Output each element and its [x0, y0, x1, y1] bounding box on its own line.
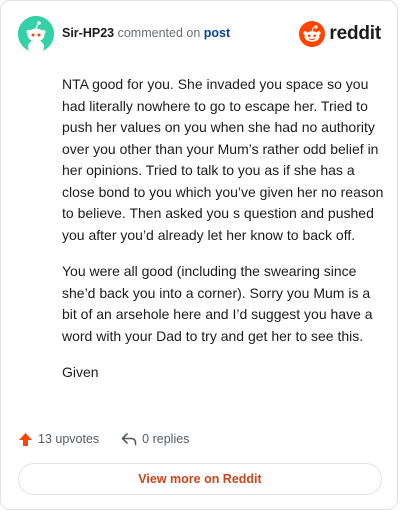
comment-paragraph: You were all good (including the swearin… — [62, 263, 373, 344]
comment-paragraph: Given — [62, 364, 99, 380]
action-text: commented on — [117, 26, 201, 40]
reddit-logo-icon — [299, 21, 326, 47]
reddit-wordmark: reddit — [329, 23, 381, 44]
reddit-brand-link[interactable]: reddit — [299, 20, 381, 48]
comment-byline: Sir-HP23 commented on post — [62, 26, 230, 40]
replies-stat[interactable]: 0 replies — [121, 432, 189, 446]
post-link[interactable]: post — [204, 26, 230, 40]
replies-count: 0 replies — [142, 432, 190, 446]
view-more-button[interactable]: View more on Reddit — [18, 463, 382, 495]
upvotes-stat[interactable]: 13 upvotes — [18, 432, 99, 447]
upvotes-count: 13 upvotes — [38, 432, 100, 446]
comment-embed-card: Sir-HP23 commented on post reddit NTA go… — [0, 0, 398, 510]
comment-paragraph: NTA good for you. She invaded you space … — [62, 76, 384, 243]
upvote-arrow-icon — [19, 432, 32, 446]
comment-stats: 13 upvotes 0 replies — [18, 429, 189, 449]
reply-arrow-icon — [121, 433, 137, 446]
snoo-avatar-icon — [18, 16, 54, 54]
comment-header: Sir-HP23 commented on post reddit — [18, 16, 381, 54]
comment-body: NTA good for you. She invaded you space … — [62, 74, 384, 399]
username-link[interactable]: Sir-HP23 — [62, 26, 114, 40]
user-avatar[interactable] — [18, 16, 54, 54]
